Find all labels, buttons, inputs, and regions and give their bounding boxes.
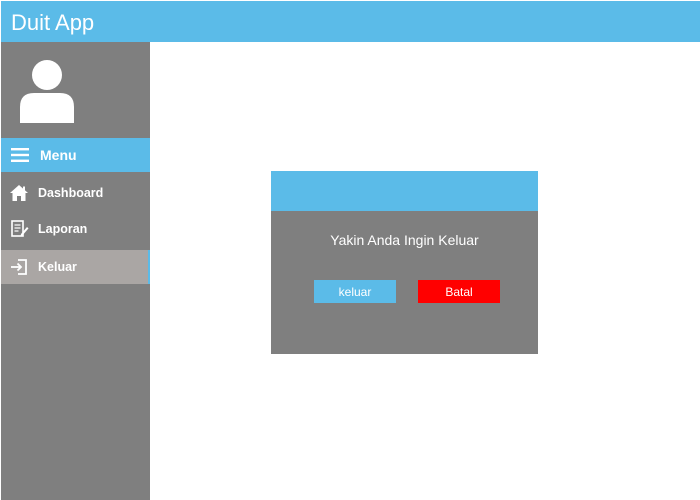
hamburger-icon	[11, 148, 29, 162]
logout-confirm-dialog: Yakin Anda Ingin Keluar keluar Batal	[271, 171, 538, 354]
dialog-message: Yakin Anda Ingin Keluar	[330, 232, 479, 248]
app-window: Duit App Menu Dashboard Laporan Keluar Y…	[0, 0, 700, 500]
dialog-header	[271, 171, 538, 211]
sidebar-item-laporan[interactable]: Laporan	[1, 212, 150, 246]
sidebar-item-label: Keluar	[38, 260, 77, 274]
sidebar-item-dashboard[interactable]: Dashboard	[1, 176, 150, 210]
sidebar-item-label: Laporan	[38, 222, 88, 236]
menu-header[interactable]: Menu	[1, 138, 150, 172]
batal-button[interactable]: Batal	[418, 280, 500, 303]
keluar-button[interactable]: keluar	[314, 280, 396, 303]
home-icon	[10, 185, 28, 201]
title-bar: Duit App	[1, 1, 700, 42]
logout-icon	[11, 259, 27, 275]
app-title: Duit App	[11, 10, 95, 35]
sidebar: Menu Dashboard Laporan Keluar	[1, 42, 150, 500]
sidebar-item-keluar[interactable]: Keluar	[1, 250, 150, 284]
user-avatar-icon	[20, 60, 74, 123]
report-icon	[11, 220, 29, 237]
menu-label: Menu	[40, 147, 77, 163]
sidebar-item-label: Dashboard	[38, 186, 104, 200]
